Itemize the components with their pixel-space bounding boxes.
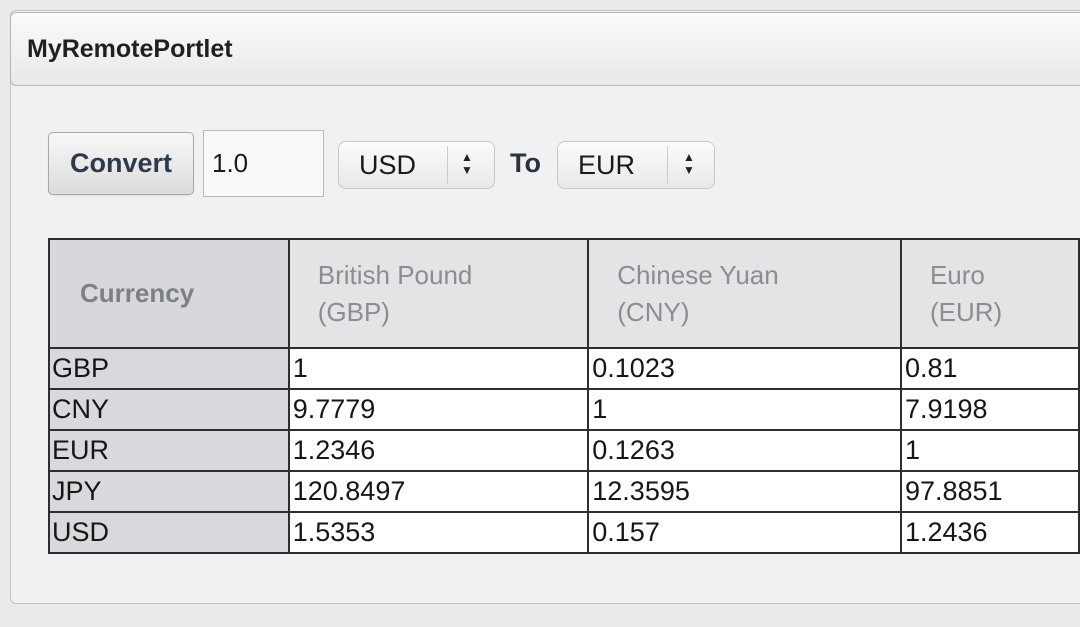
table-row: JPY 120.8497 12.3595 97.8851	[48, 470, 1080, 513]
column-header-cny: Chinese Yuan (CNY)	[587, 238, 902, 349]
from-currency-select[interactable]: USD ▲ ▼	[338, 141, 495, 189]
to-currency-value: EUR	[578, 150, 636, 180]
row-header: GBP	[48, 347, 290, 390]
column-code: (GBP)	[317, 296, 390, 327]
table-cell: 120.8497	[287, 470, 590, 513]
column-code: (EUR)	[929, 296, 1003, 327]
table-cell: 1.2436	[899, 511, 1080, 554]
table-header-row: Currency British Pound (GBP) Chinese Yuan…	[48, 238, 1080, 349]
column-name: Chinese Yuan	[617, 259, 779, 290]
updown-arrows-icon: ▲ ▼	[461, 150, 473, 177]
row-header: JPY	[48, 470, 290, 513]
row-header: USD	[48, 511, 290, 554]
table-row: EUR 1.2346 0.1263 1	[48, 429, 1080, 472]
portlet-title: MyRemotePortlet	[27, 35, 233, 63]
table-cell: 1	[287, 347, 590, 390]
table-row: GBP 1 0.1023 0.81	[48, 347, 1080, 390]
select-divider	[667, 146, 668, 184]
to-currency-select[interactable]: EUR ▲ ▼	[557, 141, 715, 189]
table-cell: 0.81	[899, 347, 1080, 390]
column-code: (CNY)	[617, 296, 690, 327]
table-cell: 0.1023	[587, 347, 902, 390]
column-header-gbp: British Pound (GBP)	[287, 238, 590, 349]
column-name: Euro	[929, 259, 985, 290]
table-row: CNY 9.7779 1 7.9198	[48, 388, 1080, 431]
table-cell: 97.8851	[899, 470, 1080, 513]
table-cell: 0.1263	[587, 429, 902, 472]
exchange-rate-table: Currency British Pound (GBP) Chinese Yuan…	[48, 238, 1080, 554]
table-cell: 1.5353	[287, 511, 590, 554]
row-header: EUR	[48, 429, 290, 472]
from-currency-value: USD	[359, 150, 417, 180]
convert-button[interactable]: Convert	[48, 132, 194, 195]
to-label: To	[510, 148, 541, 178]
table-cell: 12.3595	[587, 470, 902, 513]
row-header: CNY	[48, 388, 290, 431]
table-cell: 1	[587, 388, 902, 431]
amount-input[interactable]	[203, 130, 324, 197]
corner-header: Currency	[48, 238, 290, 349]
table-cell: 1.2346	[287, 429, 590, 472]
table-cell: 7.9198	[899, 388, 1080, 431]
column-header-eur: Euro (EUR)	[899, 238, 1080, 349]
column-name: British Pound	[317, 259, 473, 290]
table-cell: 0.157	[587, 511, 902, 554]
portlet-titlebar: MyRemotePortlet	[10, 12, 1080, 86]
select-divider	[447, 146, 448, 184]
table-cell: 9.7779	[287, 388, 590, 431]
table-cell: 1	[899, 429, 1080, 472]
table-row: USD 1.5353 0.157 1.2436	[48, 511, 1080, 554]
updown-arrows-icon: ▲ ▼	[683, 150, 695, 177]
